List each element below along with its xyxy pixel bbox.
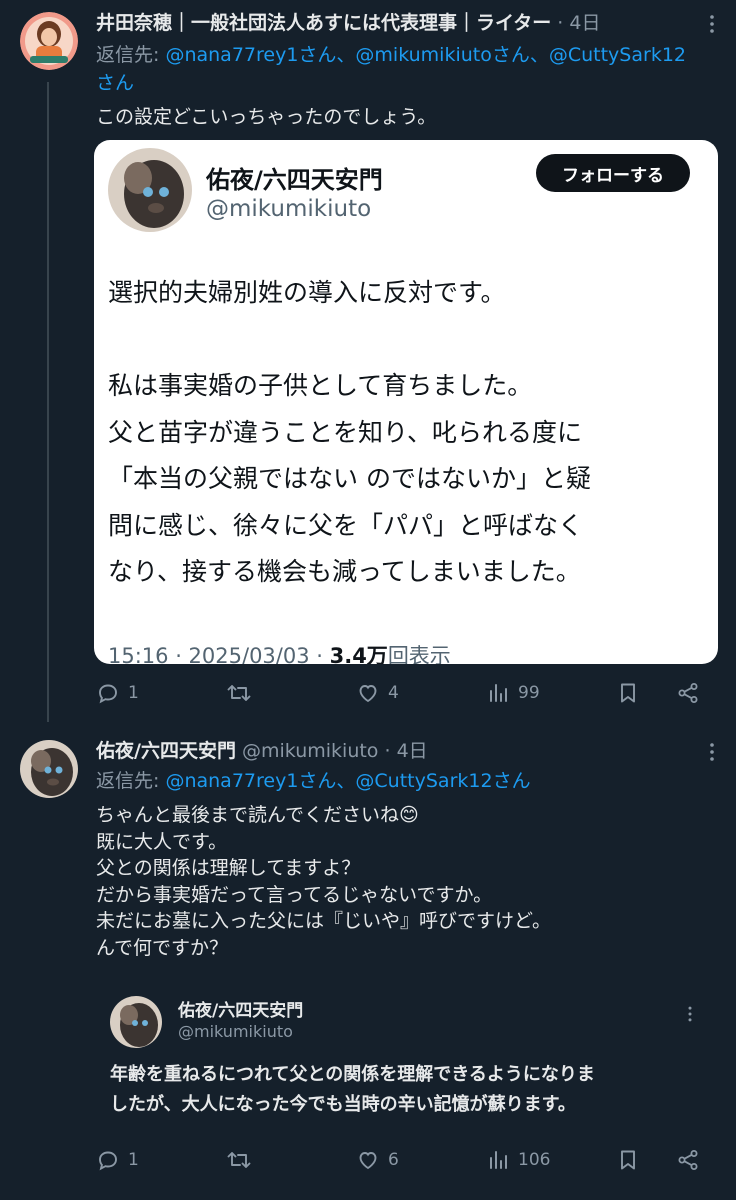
like-button[interactable]: 6 (356, 1145, 399, 1175)
post-time[interactable]: 4日 (569, 12, 600, 34)
like-icon (359, 685, 377, 703)
quoted-author-handle: @mikumikiuto (178, 1022, 293, 1041)
retweet-icon (227, 685, 251, 701)
views-button[interactable]: 106 (486, 1145, 550, 1175)
reply-prefix: 返信先: (96, 44, 166, 66)
author-name[interactable]: 井田奈穂｜一般社団法人あすには代表理事｜ライター (96, 12, 551, 34)
post-line: だから事実婚だって言ってるじゃないですか。 (96, 883, 493, 906)
post-line: んで何ですか？ (96, 936, 229, 959)
quoted-tweet-text: 年齢を重ねるにつれて父との関係を理解できるようになりま したが、大人になった今で… (110, 1060, 710, 1120)
share-button[interactable] (676, 678, 700, 708)
embedded-tweet-meta: 15:16 · 2025/03/03 · 3.4万回表示 (108, 640, 451, 664)
action-bar: 1 6 106 (96, 1145, 716, 1175)
post-line: 未だにお墓に入った父には『じいや』呼びですけど。 (96, 910, 552, 932)
views-count: 99 (518, 683, 540, 703)
share-icon (678, 1150, 698, 1170)
action-bar: 1 4 99 (96, 678, 716, 708)
time-separator: · (384, 740, 391, 762)
post-header: 佑夜/六四天安門 @mikumikiuto · 4日 (96, 738, 428, 764)
share-button[interactable] (676, 1145, 700, 1175)
author-handle[interactable]: @mikumikiuto (242, 740, 378, 762)
quoted-line: 年齢を重ねるにつれて父との関係を理解できるようになりま (110, 1064, 595, 1085)
post-line: ちゃんと最後まで読んでくださいね😊 (96, 804, 419, 826)
post-line: 既に大人です。 (96, 830, 228, 853)
quoted-author-avatar (110, 996, 162, 1048)
embedded-timestamp: 15:16 · 2025/03/03 · (108, 644, 330, 664)
quoted-author-name: 佑夜/六四天安門 (178, 1001, 304, 1021)
bookmark-icon (621, 683, 635, 703)
reply-to-line: 返信先: @nana77rey1さん、@CuttySark12さん (96, 768, 531, 794)
retweet-button[interactable] (226, 1145, 260, 1175)
bookmark-button[interactable] (616, 678, 640, 708)
reply-prefix: 返信先: (96, 770, 166, 792)
embedded-author-handle: @mikumikiuto (206, 196, 372, 222)
embedded-line: 私は事実婚の子供として育ちました。 (108, 371, 533, 400)
post-header: 井田奈穂｜一般社団法人あすには代表理事｜ライター · 4日 (96, 10, 600, 36)
quoted-tweet[interactable]: 佑夜/六四天安門 @mikumikiuto 年齢を重ねるにつれて父との関係を理解… (96, 982, 718, 1130)
tweet-1[interactable]: 井田奈穂｜一般社団法人あすには代表理事｜ライター · 4日 返信先: @nana… (0, 0, 736, 730)
more-icon[interactable] (700, 12, 724, 36)
retweet-button[interactable] (226, 678, 260, 708)
reply-icon (99, 1151, 117, 1171)
more-icon[interactable] (678, 1004, 702, 1028)
author-avatar-ida[interactable] (20, 12, 78, 70)
post-time[interactable]: 4日 (397, 740, 428, 762)
post-line: 父との関係は理解してますよ？ (96, 857, 361, 879)
more-icon[interactable] (700, 740, 724, 764)
embedded-line: 問に感じ、徐々に父を「パパ」と呼ばなく (108, 510, 584, 540)
reply-icon (99, 684, 117, 704)
views-button[interactable]: 99 (486, 678, 540, 708)
embedded-author-avatar (108, 148, 192, 232)
views-icon (490, 1151, 507, 1169)
follow-button: フォローする (536, 154, 690, 192)
reply-count: 1 (128, 683, 139, 703)
embedded-line: 「本当の父親ではない のではないか」と疑 (108, 464, 591, 493)
embedded-tweet-text: 選択的夫婦別姓の導入に反対です。 私は事実婚の子供として育ちました。 父と苗字が… (108, 270, 708, 596)
reply-to-mentions[interactable]: @nana77rey1さん、@mikumikiutoさん、@CuttySark1… (165, 44, 686, 66)
reply-button[interactable]: 1 (96, 1145, 139, 1175)
like-count: 4 (388, 683, 399, 703)
embedded-tweet-image[interactable]: 佑夜/六四天安門 @mikumikiuto フォローする 選択的夫婦別姓の導入に… (94, 140, 718, 664)
retweet-icon (227, 1152, 251, 1168)
embedded-view-count: 3.4万 (329, 644, 388, 664)
embedded-line: なり、接する機会も減ってしまいました。 (108, 557, 581, 586)
embedded-author-name: 佑夜/六四天安門 (206, 166, 383, 194)
post-text: ちゃんと最後まで読んでくださいね😊 既に大人です。 父との関係は理解してますよ？… (96, 802, 551, 961)
reply-button[interactable]: 1 (96, 678, 139, 708)
embedded-line: 選択的夫婦別姓の導入に反対です。 (108, 278, 506, 307)
bookmark-icon (621, 1150, 635, 1170)
author-name[interactable]: 佑夜/六四天安門 (96, 740, 236, 762)
reply-to-line: 返信先: @nana77rey1さん、@mikumikiutoさん、@Cutty… (96, 42, 686, 68)
like-count: 6 (388, 1150, 399, 1170)
embedded-views-label: 回表示 (387, 644, 451, 664)
time-separator: · (557, 12, 564, 34)
reply-to-mentions[interactable]: @nana77rey1さん、@CuttySark12さん (165, 770, 530, 792)
share-icon (678, 683, 698, 703)
reply-to-mentions-cont[interactable]: さん (96, 70, 134, 96)
reply-count: 1 (128, 1150, 139, 1170)
embedded-line: 父と苗字が違うことを知り、叱られる度に (108, 417, 583, 447)
post-text: この設定どこいっちゃったのでしょう。 (96, 106, 437, 128)
like-icon (359, 1152, 377, 1170)
embedded-line (108, 317, 708, 364)
author-avatar-mikumikiuto[interactable] (20, 740, 78, 798)
bookmark-button[interactable] (616, 1145, 640, 1175)
like-button[interactable]: 4 (356, 678, 399, 708)
views-count: 106 (518, 1150, 551, 1170)
quoted-line: したが、大人になった今でも当時の辛い記憶が蘇ります。 (110, 1094, 576, 1115)
views-icon (490, 684, 507, 702)
